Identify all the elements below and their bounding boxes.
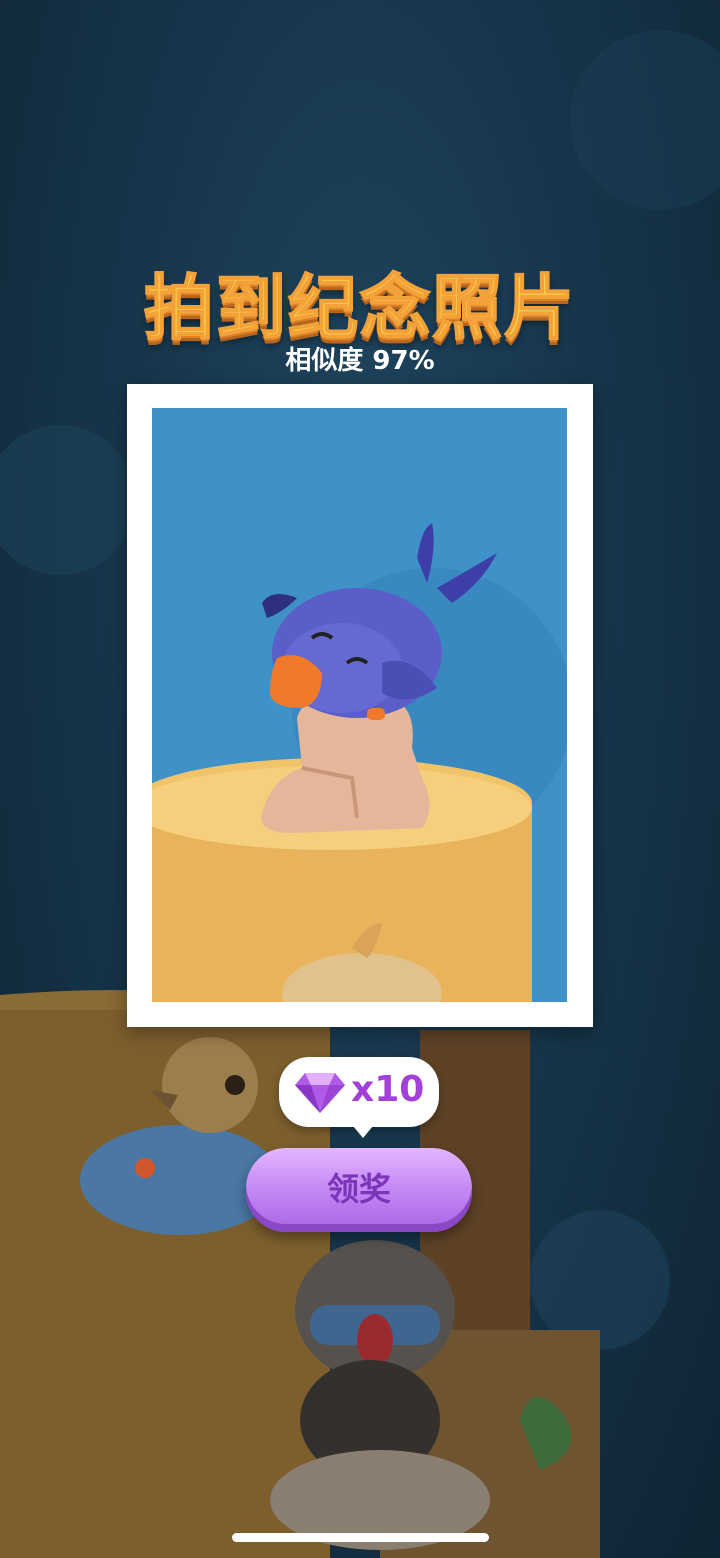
souvenir-photo-frame xyxy=(127,384,593,1027)
similarity-text: 相似度 97% xyxy=(285,346,435,376)
claim-button-label: 领奖 xyxy=(326,1170,391,1208)
souvenir-photo xyxy=(152,408,567,1002)
reward-bubble: x10 xyxy=(279,1057,439,1138)
reward-count: x10 xyxy=(351,1069,425,1110)
claim-reward-button[interactable]: 领奖 xyxy=(246,1148,472,1232)
purple-gem-icon xyxy=(295,1073,345,1113)
popup-title: 拍到纪念照片 xyxy=(143,266,576,350)
photo-scene-image xyxy=(152,408,567,1002)
home-indicator[interactable] xyxy=(232,1533,489,1542)
